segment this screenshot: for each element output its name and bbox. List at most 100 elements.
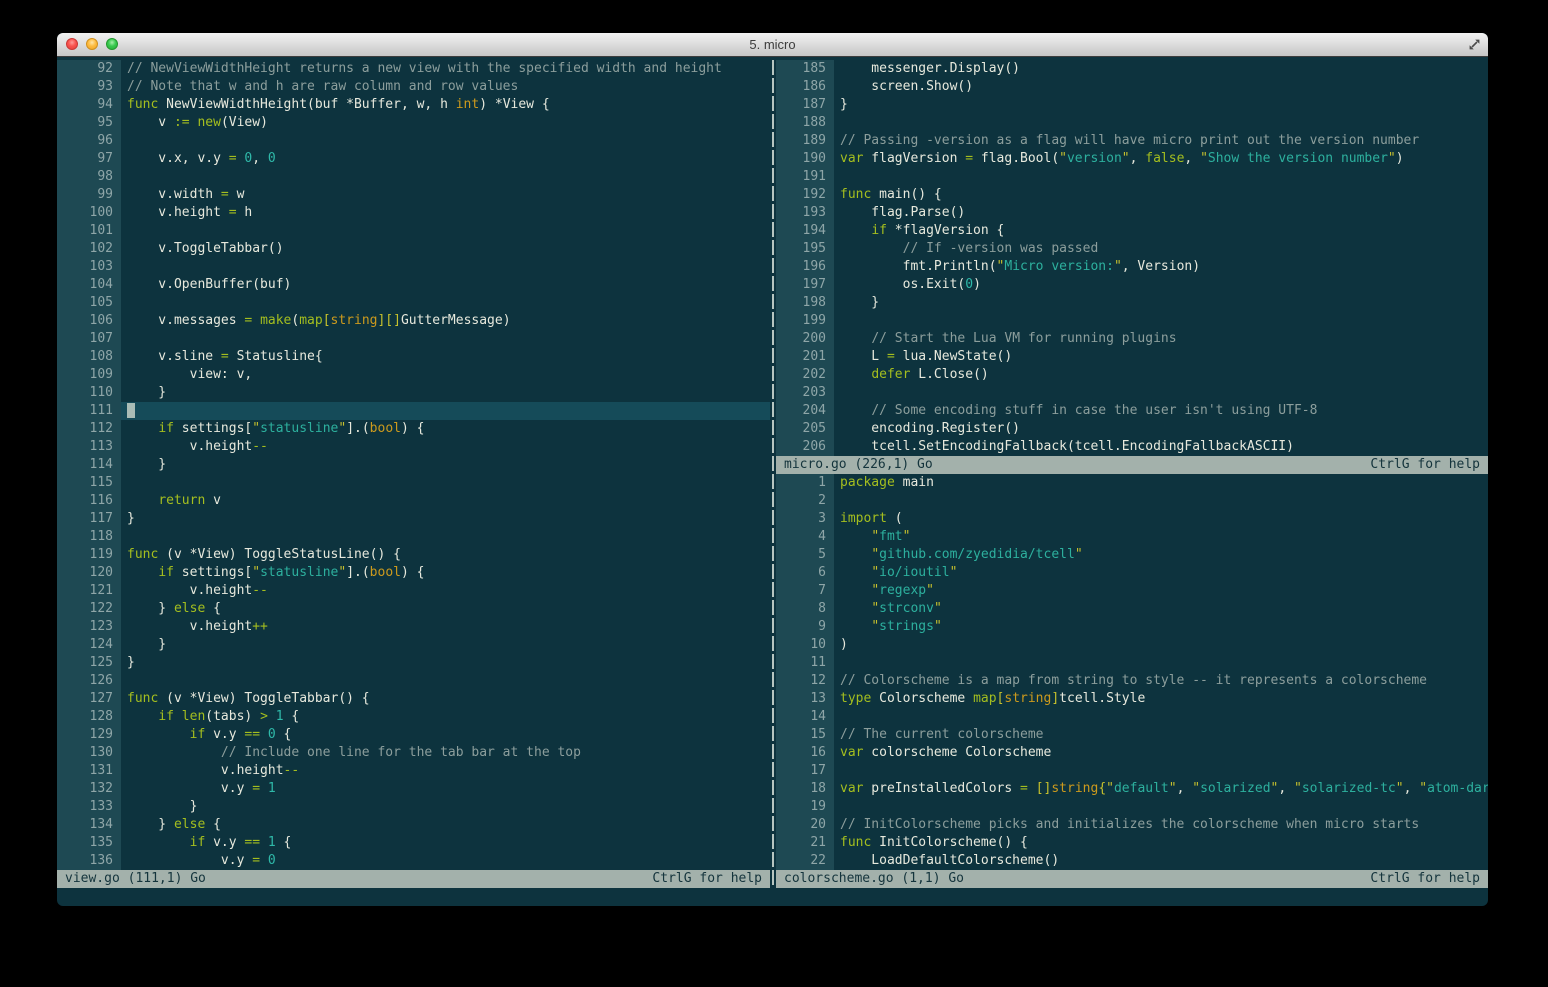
- code-line[interactable]: 190 var flagVersion = flag.Bool("version"…: [776, 150, 1488, 168]
- code-line[interactable]: 135 if v.y == 1 {: [57, 834, 770, 852]
- editor-pane-view-go[interactable]: 92 // NewViewWidthHeight returns a new vi…: [57, 60, 770, 870]
- code-line[interactable]: 124 }: [57, 636, 770, 654]
- code-line[interactable]: 120 if settings["statusline"].(bool) {: [57, 564, 770, 582]
- code-line[interactable]: 201 L = lua.NewState(): [776, 348, 1488, 366]
- window-titlebar[interactable]: 5. micro: [57, 33, 1488, 57]
- code-line[interactable]: 192 func main() {: [776, 186, 1488, 204]
- code-line[interactable]: 22 LoadDefaultColorscheme(): [776, 852, 1488, 870]
- code-line[interactable]: 101: [57, 222, 770, 240]
- code-line[interactable]: 198 }: [776, 294, 1488, 312]
- code-line[interactable]: 108 v.sline = Statusline{: [57, 348, 770, 366]
- line-number: 94: [57, 96, 121, 114]
- code-line[interactable]: 19: [776, 798, 1488, 816]
- code-line[interactable]: 127 func (v *View) ToggleTabbar() {: [57, 690, 770, 708]
- code-line[interactable]: 6 "io/ioutil": [776, 564, 1488, 582]
- code-line[interactable]: 17: [776, 762, 1488, 780]
- code-line[interactable]: 96: [57, 132, 770, 150]
- code-line[interactable]: 185 messenger.Display(): [776, 60, 1488, 78]
- code-line[interactable]: 191: [776, 168, 1488, 186]
- code-line[interactable]: 10): [776, 636, 1488, 654]
- code-line[interactable]: 18 var preInstalledColors = []string{"def…: [776, 780, 1488, 798]
- editor-pane-micro-go[interactable]: 185 messenger.Display() 186 screen.Show()…: [776, 60, 1488, 456]
- code-line[interactable]: 105: [57, 294, 770, 312]
- code-line[interactable]: 199: [776, 312, 1488, 330]
- line-number: 107: [57, 330, 121, 348]
- code-line[interactable]: 13 type Colorscheme map[string]tcell.Styl…: [776, 690, 1488, 708]
- code-line[interactable]: 11: [776, 654, 1488, 672]
- code-line[interactable]: 97 v.x, v.y = 0, 0: [57, 150, 770, 168]
- code-line[interactable]: 132 v.y = 1: [57, 780, 770, 798]
- code-text: v.x, v.y = 0, 0: [127, 151, 276, 166]
- code-line[interactable]: 114 }: [57, 456, 770, 474]
- code-line[interactable]: 115: [57, 474, 770, 492]
- code-line[interactable]: 1 package main: [776, 474, 1488, 492]
- editor-pane-colorscheme-go[interactable]: 1 package main 2 3 import (4 "fmt" 5 "github.…: [776, 474, 1488, 870]
- code-line[interactable]: 195 // If -version was passed: [776, 240, 1488, 258]
- code-line[interactable]: 119 func (v *View) ToggleStatusLine() {: [57, 546, 770, 564]
- code-line[interactable]: 200 // Start the Lua VM for running plug…: [776, 330, 1488, 348]
- code-line[interactable]: 126: [57, 672, 770, 690]
- code-line[interactable]: 116 return v: [57, 492, 770, 510]
- code-line[interactable]: 204 // Some encoding stuff in case the u…: [776, 402, 1488, 420]
- code-line[interactable]: 110 }: [57, 384, 770, 402]
- code-line[interactable]: 118: [57, 528, 770, 546]
- code-line[interactable]: 128 if len(tabs) > 1 {: [57, 708, 770, 726]
- resize-icon[interactable]: [1468, 38, 1481, 51]
- code-line[interactable]: 8 "strconv": [776, 600, 1488, 618]
- code-line[interactable]: 122 } else {: [57, 600, 770, 618]
- code-line[interactable]: 129 if v.y == 0 {: [57, 726, 770, 744]
- code-line[interactable]: 134 } else {: [57, 816, 770, 834]
- code-line[interactable]: 92 // NewViewWidthHeight returns a new vi…: [57, 60, 770, 78]
- code-line[interactable]: 206 tcell.SetEncodingFallback(tcell.Enco…: [776, 438, 1488, 456]
- code-line[interactable]: 197 os.Exit(0): [776, 276, 1488, 294]
- code-line[interactable]: 188: [776, 114, 1488, 132]
- code-line[interactable]: 113 v.height--: [57, 438, 770, 456]
- code-line[interactable]: 14: [776, 708, 1488, 726]
- code-line[interactable]: 16 var colorscheme Colorscheme: [776, 744, 1488, 762]
- code-line[interactable]: 5 "github.com/zyedidia/tcell": [776, 546, 1488, 564]
- code-line[interactable]: 102 v.ToggleTabbar(): [57, 240, 770, 258]
- code-line[interactable]: 187}: [776, 96, 1488, 114]
- code-line[interactable]: 100 v.height = h: [57, 204, 770, 222]
- code-line[interactable]: 133 }: [57, 798, 770, 816]
- code-line[interactable]: 12 // Colorscheme is a map from string to…: [776, 672, 1488, 690]
- code-line[interactable]: 125}: [57, 654, 770, 672]
- line-number: 119: [57, 546, 121, 564]
- code-line[interactable]: 95 v := new(View): [57, 114, 770, 132]
- code-line[interactable]: 205 encoding.Register(): [776, 420, 1488, 438]
- code-line[interactable]: 106 v.messages = make(map[string][]Gutte…: [57, 312, 770, 330]
- code-line[interactable]: 131 v.height--: [57, 762, 770, 780]
- code-line[interactable]: 109 view: v,: [57, 366, 770, 384]
- code-line[interactable]: 194 if *flagVersion {: [776, 222, 1488, 240]
- code-line[interactable]: 104 v.OpenBuffer(buf): [57, 276, 770, 294]
- code-line[interactable]: 189 // Passing -version as a flag will ha…: [776, 132, 1488, 150]
- code-line[interactable]: 103: [57, 258, 770, 276]
- code-line[interactable]: 203: [776, 384, 1488, 402]
- code-line[interactable]: 99 v.width = w: [57, 186, 770, 204]
- code-line[interactable]: 136 v.y = 0: [57, 852, 770, 870]
- code-line[interactable]: 186 screen.Show(): [776, 78, 1488, 96]
- code-text: // Note that w and h are raw column and …: [127, 79, 519, 94]
- code-line[interactable]: 121 v.height--: [57, 582, 770, 600]
- code-line[interactable]: 3 import (: [776, 510, 1488, 528]
- code-line[interactable]: 20 // InitColorscheme picks and initializ…: [776, 816, 1488, 834]
- code-line[interactable]: 193 flag.Parse(): [776, 204, 1488, 222]
- code-line[interactable]: 130 // Include one line for the tab bar …: [57, 744, 770, 762]
- code-line[interactable]: 94 func NewViewWidthHeight(buf *Buffer, w…: [57, 96, 770, 114]
- code-line[interactable]: 112 if settings["statusline"].(bool) {: [57, 420, 770, 438]
- code-line[interactable]: 117}: [57, 510, 770, 528]
- code-line[interactable]: 9 "strings": [776, 618, 1488, 636]
- code-line[interactable]: 202 defer L.Close(): [776, 366, 1488, 384]
- code-line[interactable]: 93 // Note that w and h are raw column an…: [57, 78, 770, 96]
- code-line[interactable]: 111: [57, 402, 770, 420]
- code-line[interactable]: 15 // The current colorscheme: [776, 726, 1488, 744]
- code-line[interactable]: 123 v.height++: [57, 618, 770, 636]
- code-line[interactable]: 7 "regexp": [776, 582, 1488, 600]
- code-line[interactable]: 196 fmt.Println("Micro version:", Versio…: [776, 258, 1488, 276]
- code-line[interactable]: 98: [57, 168, 770, 186]
- code-line[interactable]: 107: [57, 330, 770, 348]
- code-line[interactable]: 4 "fmt": [776, 528, 1488, 546]
- code-line[interactable]: 2: [776, 492, 1488, 510]
- code-line[interactable]: 21 func InitColorscheme() {: [776, 834, 1488, 852]
